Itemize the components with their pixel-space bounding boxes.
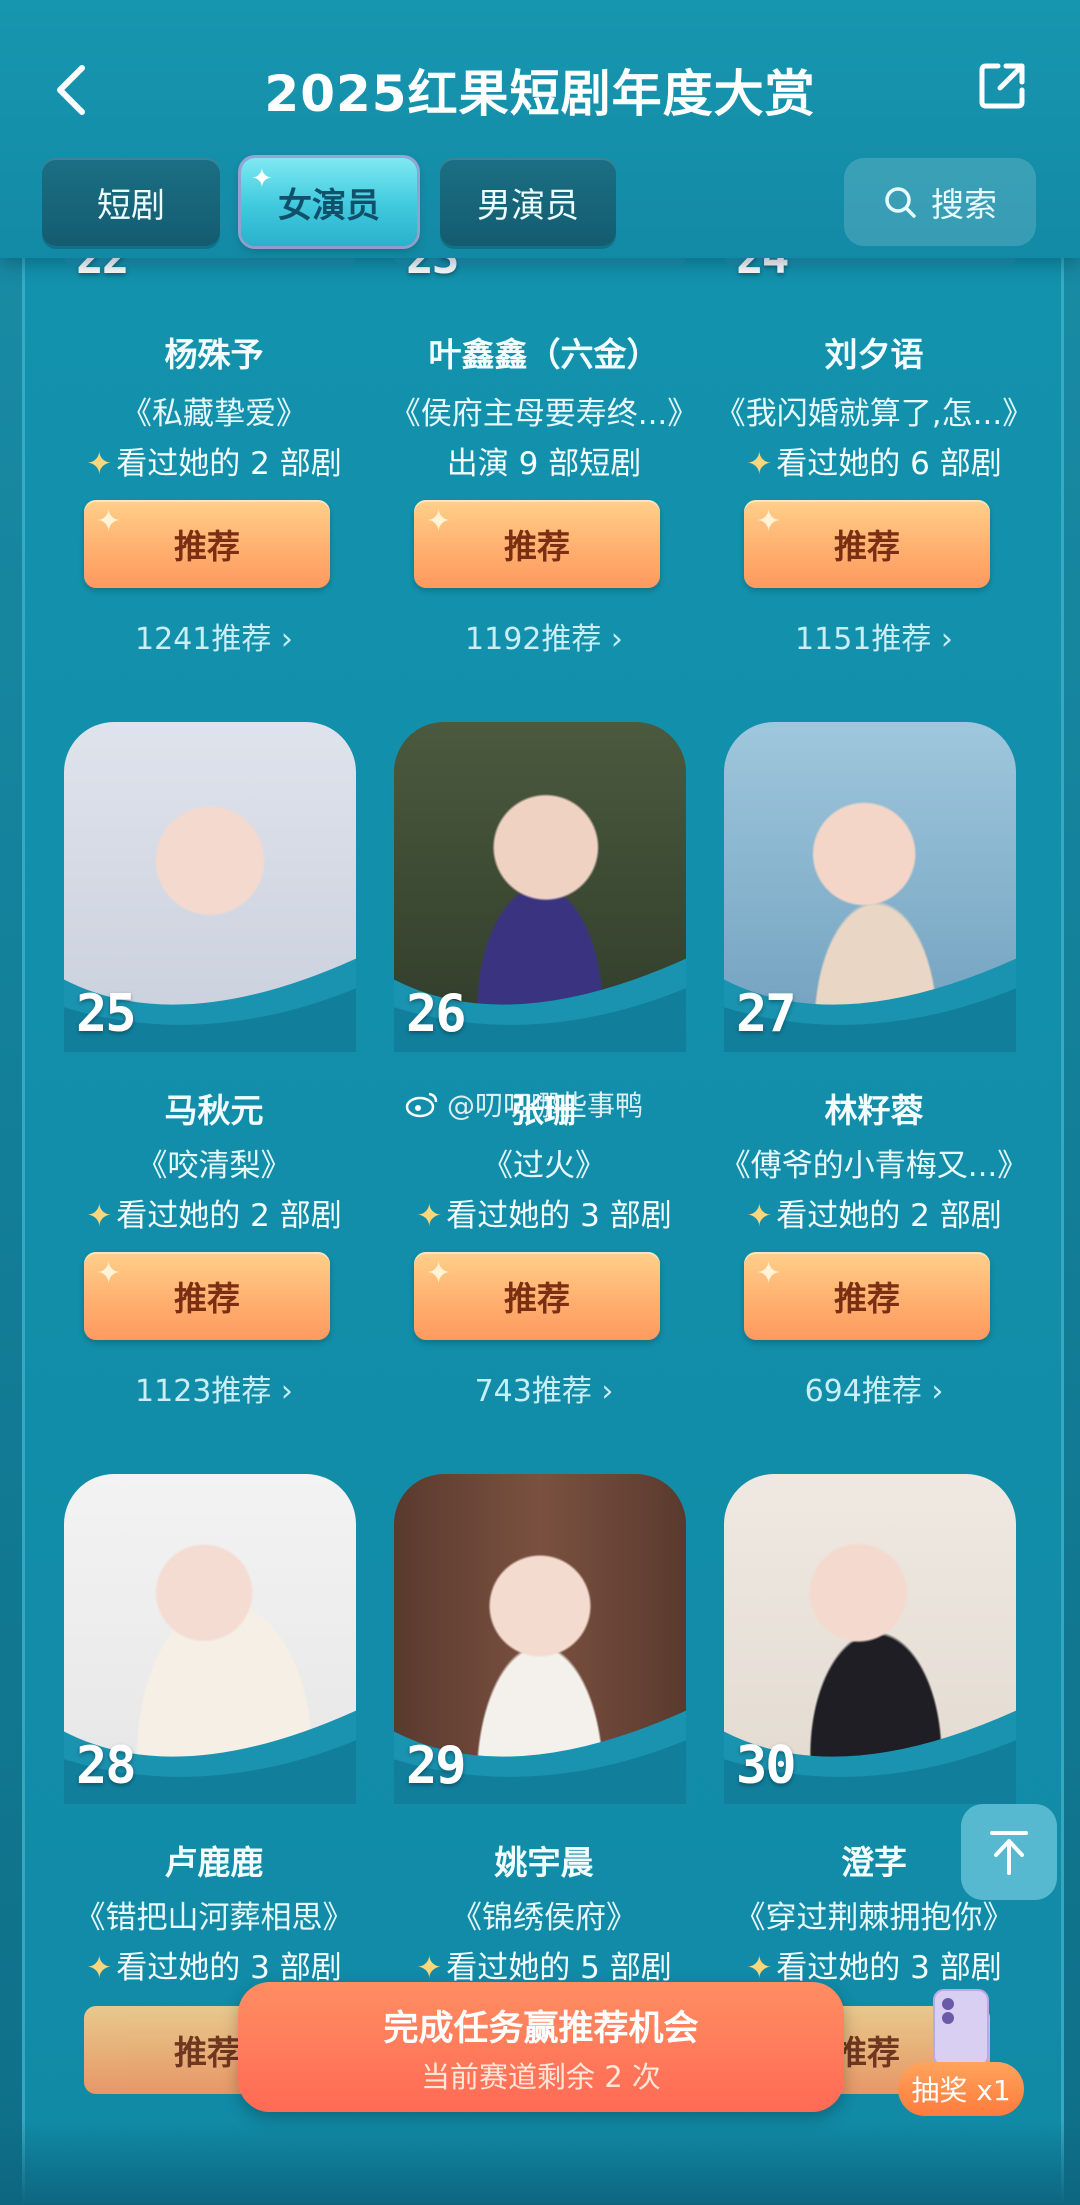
recommend-count[interactable]: 1151推荐 ›: [704, 614, 1044, 658]
arrow-up-icon: [990, 1831, 1028, 1875]
recommend-count[interactable]: 743推荐 ›: [374, 1366, 714, 1410]
search-button[interactable]: 搜索: [844, 158, 1036, 246]
sparkle-icon: ✦: [756, 1256, 782, 1291]
recommend-count[interactable]: 694推荐 ›: [704, 1366, 1044, 1410]
bottom-fade: [0, 2120, 1080, 2205]
recommend-button[interactable]: ✦ 推荐: [744, 500, 990, 588]
recommend-label: 推荐: [174, 1279, 240, 1318]
watermark-text: @叨叨哪些事鸭: [447, 1089, 644, 1122]
page-title: 2025红果短剧年度大赏: [264, 65, 816, 123]
sparkle-icon: ✦: [251, 164, 273, 194]
recommend-button[interactable]: ✦ 推荐: [744, 1252, 990, 1340]
watched-text: 看过她的 5 部剧: [446, 1950, 672, 1986]
star-icon: ✦: [416, 1950, 443, 1986]
star-icon: ✦: [746, 1950, 773, 1986]
watched-info: ✦ 看过她的 5 部剧: [364, 1942, 724, 1987]
drama-title[interactable]: 《侯府主母要寿终...》: [354, 388, 734, 433]
task-banner[interactable]: 完成任务赢推荐机会 当前赛道剩余 2 次: [238, 1982, 844, 2112]
tab-actress[interactable]: ✦ 女演员: [241, 158, 417, 246]
watched-info: ✦ 看过她的 3 部剧: [34, 1942, 394, 1987]
recommend-button[interactable]: ✦ 推荐: [414, 1252, 660, 1340]
actress-name: 叶鑫鑫（六金）: [428, 335, 660, 374]
weibo-watermark: @叨叨哪些事鸭: [405, 1084, 643, 1124]
tab-actress-label: 女演员: [278, 185, 380, 226]
sparkle-icon: ✦: [96, 504, 122, 539]
recommend-count[interactable]: 1123推荐 ›: [44, 1366, 384, 1410]
rank-number: 29: [406, 1736, 467, 1796]
actress-name: 卢鹿鹿: [164, 1843, 264, 1882]
watched-text: 看过她的 3 部剧: [776, 1950, 1002, 1986]
watched-text: 看过她的 3 部剧: [116, 1950, 342, 1986]
drama-title[interactable]: 《锦绣侯府》: [354, 1892, 734, 1937]
search-icon: [885, 187, 916, 218]
top-header: 2025红果短剧年度大赏 短剧 ✦ 女演员 男演员 搜索: [0, 0, 1080, 258]
actress-name: 姚宇晨: [494, 1843, 594, 1882]
watched-text: 出演 9 部短剧: [446, 446, 642, 482]
watched-info: ✦ 看过她的 2 部剧: [34, 1190, 394, 1235]
tab-short-drama[interactable]: 短剧: [42, 158, 220, 246]
rank-number: 27: [736, 984, 797, 1044]
lottery-button[interactable]: 抽奖 x1: [898, 2062, 1024, 2116]
drama-title[interactable]: 《私藏挚爱》: [24, 388, 404, 433]
star-icon: ✦: [86, 1950, 113, 1986]
watched-text: 看过她的 3 部剧: [446, 1198, 672, 1234]
recommend-label: 推荐: [834, 1279, 900, 1318]
star-icon: ✦: [746, 1198, 773, 1234]
phone-prize-icon[interactable]: [928, 1988, 994, 2068]
recommend-label: 推荐: [834, 527, 900, 566]
watched-info: ✦ 看过她的 2 部剧: [694, 1190, 1054, 1235]
sparkle-icon: ✦: [96, 1256, 122, 1291]
drama-title[interactable]: 《咬清梨》: [24, 1140, 404, 1185]
star-icon: ✦: [746, 446, 773, 482]
weibo-icon: [405, 1092, 438, 1118]
watched-info: ✦ 看过她的 3 部剧: [694, 1942, 1054, 1987]
star-icon: ✦: [86, 446, 113, 482]
sparkle-icon: ✦: [426, 1256, 452, 1291]
watched-text: 看过她的 6 部剧: [776, 446, 1002, 482]
recommend-label: 推荐: [504, 527, 570, 566]
sparkle-icon: ✦: [426, 504, 452, 539]
recommend-count[interactable]: 1192推荐 ›: [374, 614, 714, 658]
actress-name: 杨殊予: [164, 335, 264, 374]
watched-text: 看过她的 2 部剧: [116, 1198, 342, 1234]
rank-number: 25: [76, 984, 137, 1044]
recommend-button[interactable]: ✦ 推荐: [84, 1252, 330, 1340]
recommend-label: 推荐: [504, 1279, 570, 1318]
drama-title[interactable]: 《我闪婚就算了,怎...》: [684, 388, 1064, 433]
tab-actor[interactable]: 男演员: [440, 158, 616, 246]
watched-info: ✦ 看过她的 6 部剧: [694, 438, 1054, 483]
watched-info: 出演 9 部短剧: [364, 438, 724, 483]
task-title: 完成任务赢推荐机会: [383, 2009, 699, 2049]
scroll-to-top-button[interactable]: [961, 1804, 1057, 1900]
rank-number: 28: [76, 1736, 137, 1796]
drama-title[interactable]: 《傅爷的小青梅又...》: [684, 1140, 1064, 1185]
task-subtitle: 当前赛道剩余 2 次: [421, 2060, 661, 2094]
recommend-label: 推荐: [174, 527, 240, 566]
search-label: 搜索: [931, 185, 997, 224]
recommend-button[interactable]: ✦ 推荐: [414, 500, 660, 588]
recommend-count[interactable]: 1241推荐 ›: [44, 614, 384, 658]
watched-text: 看过她的 2 部剧: [776, 1198, 1002, 1234]
recommend-button[interactable]: ✦ 推荐: [84, 500, 330, 588]
watched-info: ✦ 看过她的 2 部剧: [34, 438, 394, 483]
share-icon[interactable]: [976, 60, 1028, 112]
watched-text: 看过她的 2 部剧: [116, 446, 342, 482]
rank-number: 26: [406, 984, 467, 1044]
rank-number: 30: [736, 1736, 797, 1796]
drama-title[interactable]: 《错把山河葬相思》: [24, 1892, 404, 1937]
star-icon: ✦: [416, 1198, 443, 1234]
actress-name: 林籽蓉: [824, 1091, 924, 1130]
actress-name: 马秋元: [164, 1091, 264, 1130]
star-icon: ✦: [86, 1198, 113, 1234]
watched-info: ✦ 看过她的 3 部剧: [364, 1190, 724, 1235]
drama-title[interactable]: 《过火》: [354, 1140, 734, 1185]
sparkle-icon: ✦: [756, 504, 782, 539]
actress-name: 刘夕语: [824, 335, 924, 374]
